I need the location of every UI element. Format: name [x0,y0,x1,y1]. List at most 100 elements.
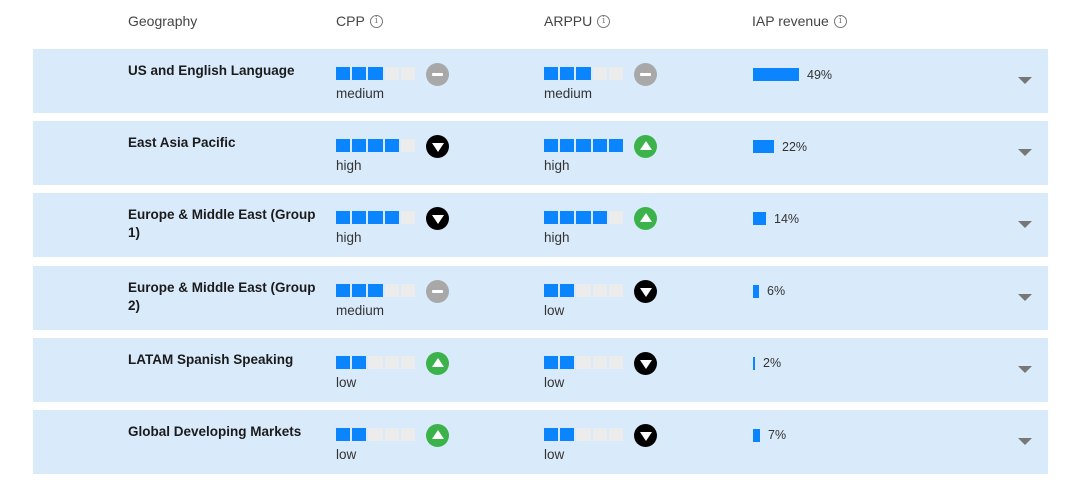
table-row[interactable]: Global Developing Markets low low 7% [33,409,1048,474]
iap-revenue-bar: 22% [753,139,808,154]
arppu-level-bars [544,283,623,297]
iap-revenue-fill [753,140,774,154]
trend-up-icon [426,351,449,375]
table-row[interactable]: Europe & Middle East (Group 1) high high 14… [33,193,1048,258]
iap-revenue-percent: 2% [763,356,782,371]
trend-neutral-icon-glyph [640,73,651,76]
iap-revenue-percent: 6% [767,284,786,299]
bar-segment-filled [336,67,351,80]
bar-segment-empty [592,355,607,369]
iap-revenue-bar: 6% [753,284,786,299]
arppu-indicator: medium [544,63,684,106]
bar-segment-filled [544,283,559,297]
bar-segment-filled [352,211,367,225]
iap-revenue-bar: 14% [753,211,800,226]
info-icon[interactable]: i [833,14,847,28]
chevron-down-icon[interactable] [1018,365,1032,373]
info-icon[interactable]: i [369,14,383,28]
bar-segment-filled [352,139,367,153]
bar-segment-empty [400,427,415,441]
table-row[interactable]: Europe & Middle East (Group 2) medium low 6… [33,265,1048,330]
bar-segment-empty [400,283,415,297]
arppu-level-label: medium [544,86,593,101]
bar-segment-filled [608,139,623,153]
trend-down-icon-glyph [639,359,652,369]
bar-segment-filled [576,211,591,225]
trend-down-icon-glyph [639,287,652,297]
arppu-header-label: ARPPU [544,13,593,29]
cpp-indicator: low [336,351,476,395]
bar-segment-filled [544,355,559,369]
cpp-level-label: low [336,374,357,390]
trend-neutral-icon [426,63,449,86]
iap-revenue-percent: 14% [774,211,800,226]
bar-segment-filled [336,139,351,153]
table-row[interactable]: LATAM Spanish Speaking low low 2% [33,337,1048,402]
bar-segment-empty [400,139,415,153]
geography-name: Global Developing Markets [128,423,302,439]
trend-up-icon-glyph [431,357,444,367]
cpp-header: CPP i [336,13,383,29]
iap-revenue-percent: 22% [782,139,808,154]
bar-segment-filled [336,355,351,369]
arppu-indicator: low [544,351,684,395]
cpp-indicator: high [336,135,476,178]
table-header: Geography CPP i ARPPU i IAP revenue i [0,0,1080,44]
trend-up-icon [634,207,657,231]
cpp-level-bars [336,139,415,153]
chevron-down-icon[interactable] [1018,77,1032,84]
trend-neutral-icon-glyph [432,73,443,76]
cpp-level-label: high [336,230,362,246]
chevron-down-icon[interactable] [1018,293,1032,301]
chevron-down-icon[interactable] [1018,221,1032,229]
arppu-indicator: high [544,135,684,178]
bar-segment-filled [352,355,367,369]
bar-segment-empty [608,355,623,369]
bar-segment-filled [544,139,559,153]
arppu-level-label: low [544,446,565,462]
bar-segment-filled [576,139,591,153]
chevron-down-icon[interactable] [1018,437,1032,445]
bar-segment-filled [336,427,351,441]
bar-segment-empty [576,427,591,441]
bar-segment-empty [576,355,591,369]
arppu-level-label: high [544,230,570,246]
cpp-header-label: CPP [336,13,365,29]
trend-up-icon [634,135,657,159]
trend-down-icon-glyph [431,215,444,225]
bar-segment-empty [384,427,399,441]
bar-segment-filled [576,67,591,80]
table-row[interactable]: US and English Language medium medium 49% [33,49,1048,113]
chevron-down-icon[interactable] [1018,149,1032,157]
geography-name: Europe & Middle East (Group 2) [128,279,316,313]
cpp-level-label: low [336,446,357,462]
arppu-level-label: low [544,302,565,318]
iap-revenue-fill [753,68,799,81]
arppu-level-bars [544,67,623,80]
geography-header: Geography [128,13,197,29]
cpp-level-bars [336,427,415,441]
info-icon[interactable]: i [597,14,611,28]
cpp-level-label: medium [336,86,385,101]
iap-revenue-header: IAP revenue i [752,13,847,29]
cpp-level-bars [336,211,415,225]
bar-segment-empty [592,283,607,297]
cpp-indicator: high [336,207,476,250]
bar-segment-filled [560,211,575,225]
cpp-level-bars [336,355,415,369]
cpp-level-bars [336,67,415,80]
bar-segment-filled [368,139,383,153]
iap-revenue-header-label: IAP revenue [752,13,829,29]
geography-name: LATAM Spanish Speaking [128,351,294,367]
arppu-level-label: low [544,374,565,390]
bar-segment-filled [368,211,383,225]
bar-segment-filled [560,139,575,153]
table-row[interactable]: East Asia Pacific high high 22% [33,121,1048,186]
bar-segment-empty [384,283,399,297]
cpp-level-label: high [336,158,362,174]
iap-revenue-fill [753,356,755,370]
bar-segment-filled [592,139,607,153]
geography-table: US and English Language medium medium 49% Ea… [33,49,1048,482]
trend-up-icon [426,423,449,447]
cpp-indicator: medium [336,63,476,106]
